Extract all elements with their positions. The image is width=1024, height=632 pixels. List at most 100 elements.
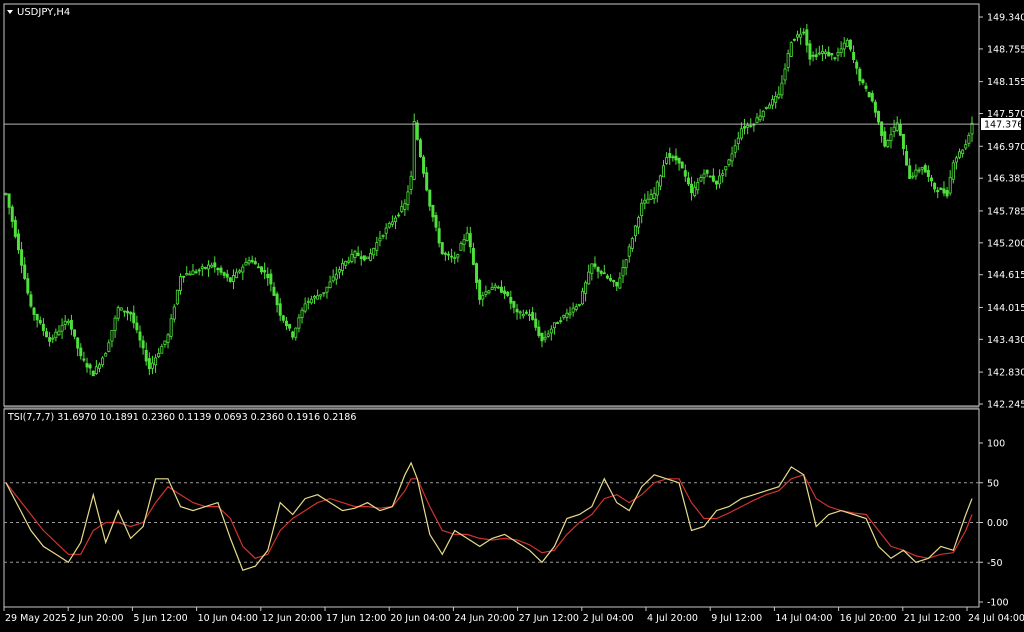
candle-body: [552, 322, 556, 329]
candle-body: [814, 54, 818, 58]
candle-body: [157, 353, 161, 358]
candle-body: [714, 180, 718, 185]
candle-body: [571, 307, 575, 313]
candle-body: [677, 157, 681, 164]
candle-body: [534, 318, 538, 328]
candle-body: [724, 166, 728, 171]
price-tick-label: 146.385: [987, 174, 1024, 185]
candle-body: [864, 85, 868, 89]
candle-body: [739, 128, 743, 139]
candle-body: [144, 349, 148, 362]
price-tick-label: 146.970: [987, 142, 1024, 153]
candle-body: [328, 281, 332, 289]
candle-body: [20, 249, 24, 266]
candle-body: [403, 203, 407, 210]
candle-body: [356, 252, 360, 256]
candle-body: [375, 242, 379, 251]
candle-body: [627, 246, 631, 257]
candle-body: [499, 286, 503, 293]
candle-body: [671, 156, 675, 159]
candle-body: [848, 39, 852, 50]
candle-body: [300, 309, 304, 318]
trading-chart-window[interactable]: USDJPY,H4 TSI(7,7,7) 31.6970 10.1891 0.2…: [0, 0, 1024, 628]
candle-body: [580, 290, 584, 305]
candle-body: [141, 340, 145, 349]
candle-body: [546, 333, 550, 337]
candle-body: [390, 221, 394, 225]
candle-body: [786, 53, 790, 68]
candle-body: [624, 259, 628, 269]
candle-body: [805, 29, 809, 46]
candle-body: [138, 331, 142, 341]
candle-body: [705, 169, 709, 174]
candle-body: [743, 126, 747, 129]
candle-body: [633, 225, 637, 237]
candle-body: [908, 165, 912, 179]
candle-body: [839, 48, 843, 53]
candle-body: [344, 260, 348, 266]
indicator-label: TSI(7,7,7) 31.6970 10.1891 0.2360 0.1139…: [7, 412, 356, 423]
candle-body: [384, 227, 388, 234]
candle-body: [434, 215, 438, 228]
candle-body: [378, 237, 382, 242]
candle-body: [478, 279, 482, 300]
candle-body: [422, 156, 426, 174]
candle-body: [428, 189, 432, 207]
candle-body: [584, 282, 588, 294]
candle-body: [954, 157, 958, 163]
candle-body: [82, 358, 86, 361]
price-tick-label: 144.015: [987, 303, 1024, 314]
candle-body: [936, 189, 940, 193]
candle-body: [490, 287, 494, 291]
candle-body: [939, 187, 943, 191]
candle-body: [135, 322, 139, 331]
candle-body: [543, 336, 547, 340]
price-axis: 149.340148.755148.155147.570146.970146.3…: [979, 13, 1024, 411]
candle-body: [200, 266, 204, 269]
candle-body: [97, 364, 101, 369]
candle-body: [621, 266, 625, 277]
candle-body: [811, 54, 815, 57]
candle-body: [241, 266, 245, 273]
chart-canvas[interactable]: USDJPY,H4 TSI(7,7,7) 31.6970 10.1891 0.2…: [0, 0, 1024, 628]
candle-body: [796, 34, 799, 38]
time-tick-label: 4 Jul 20:00: [647, 613, 698, 624]
candle-body: [172, 306, 176, 320]
candle-body: [222, 272, 226, 276]
candle-body: [350, 253, 354, 262]
candle-body: [69, 320, 73, 330]
candle-body: [736, 137, 740, 145]
candle-body: [506, 291, 510, 296]
candle-body: [609, 277, 613, 281]
candle-body: [537, 326, 541, 336]
candle-body: [453, 257, 457, 259]
candle-body: [686, 177, 690, 185]
candle-body: [54, 331, 58, 339]
candle-body: [150, 362, 154, 369]
candle-body: [596, 266, 600, 272]
candle-body: [313, 296, 316, 299]
candle-body: [643, 199, 647, 204]
time-tick-label: 12 Jun 20:00: [262, 613, 322, 624]
triangle-down-icon[interactable]: [7, 10, 13, 14]
candle-body: [260, 266, 264, 273]
candle-body: [484, 291, 488, 295]
candle-body: [540, 332, 544, 342]
candle-body: [933, 182, 937, 190]
candle-body: [197, 269, 201, 272]
candle-body: [652, 192, 656, 200]
candle-body: [565, 312, 569, 318]
candle-body: [615, 281, 619, 287]
candle-body: [587, 271, 591, 285]
candle-body: [459, 243, 463, 251]
candle-body: [892, 126, 896, 132]
price-tick-label: 145.200: [987, 238, 1024, 249]
time-tick-label: 14 Jul 04:00: [775, 613, 832, 624]
candle-body: [920, 166, 924, 170]
candle-body: [63, 320, 67, 325]
candle-body: [394, 217, 398, 222]
candle-body: [649, 194, 653, 200]
time-tick-label: 10 Jun 04:00: [198, 613, 258, 624]
time-tick-label: 20 Jun 04:00: [390, 613, 450, 624]
candle-body: [281, 315, 285, 321]
